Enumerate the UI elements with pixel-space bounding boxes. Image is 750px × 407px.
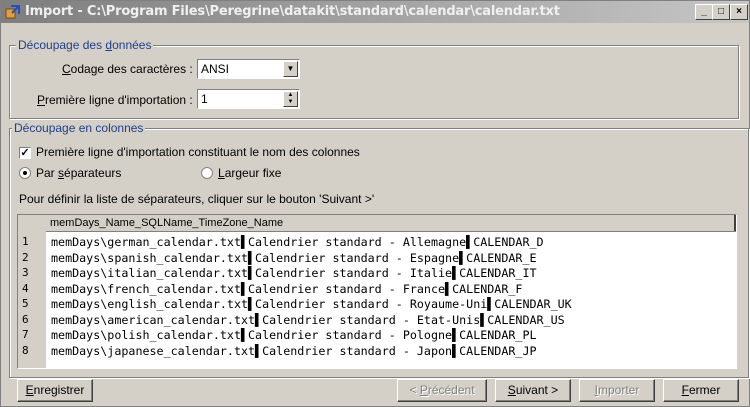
maximize-button[interactable]: □ bbox=[712, 4, 730, 20]
spin-arrows-icon[interactable]: ▲ ▼ bbox=[283, 91, 298, 107]
import-dialog: Import - C:\Program Files\Peregrine\data… bbox=[0, 0, 750, 407]
checkmark-icon: ✓ bbox=[20, 147, 30, 159]
first-line-value: 1 bbox=[201, 92, 208, 106]
preview-line: memDays\french_calendar.txt▌Calendrier s… bbox=[51, 281, 523, 296]
first-line-label: Première ligne d'importation : bbox=[37, 93, 193, 107]
separators-radio[interactable] bbox=[19, 167, 31, 179]
line-number: 6 bbox=[22, 312, 29, 326]
header-row-checkbox-label: Première ligne d'importation constituant… bbox=[36, 145, 360, 159]
first-line-stepper[interactable]: 1 ▲ ▼ bbox=[197, 89, 300, 109]
maximize-icon: □ bbox=[717, 6, 725, 17]
encoding-label: Codage des caractères : bbox=[62, 62, 193, 76]
data-split-group: Découpage des données bbox=[9, 38, 739, 119]
minimize-button[interactable]: _ bbox=[695, 4, 713, 20]
window-title: Import - C:\Program Files\Peregrine\data… bbox=[25, 4, 560, 19]
import-app-icon bbox=[5, 5, 20, 19]
import-button[interactable]: Importer bbox=[579, 379, 655, 402]
title-bar[interactable]: Import - C:\Program Files\Peregrine\data… bbox=[1, 1, 749, 23]
separators-radio-label: Par séparateurs bbox=[36, 166, 122, 180]
save-button[interactable]: Enregistrer bbox=[17, 379, 93, 402]
preview-line: memDays\italian_calendar.txt▌Calendrier … bbox=[51, 266, 537, 280]
preview-line: memDays\spanish_calendar.txt▌Calendrier … bbox=[51, 250, 537, 265]
encoding-select[interactable]: ANSI ▼ bbox=[197, 59, 300, 79]
preview-panel[interactable]: memDays_Name_SQLName_TimeZone_Name 1 memD… bbox=[17, 214, 737, 369]
preview-line: memDays\german_calendar.txt▌Calendrier s… bbox=[51, 235, 544, 249]
fixed-width-radio[interactable] bbox=[201, 167, 213, 179]
preview-line: memDays\english_calendar.txt▌Calendrier … bbox=[51, 297, 572, 311]
next-button[interactable]: Suivant > bbox=[495, 379, 571, 402]
column-split-legend: Découpage en colonnes bbox=[12, 121, 146, 135]
preview-line: memDays\polish_calendar.txt▌Calendrier s… bbox=[51, 328, 537, 342]
line-number: 1 bbox=[22, 235, 29, 248]
line-number: 7 bbox=[22, 328, 29, 341]
fixed-width-radio-label: Largeur fixe bbox=[218, 166, 282, 180]
separator-hint: Pour définir la liste de séparateurs, cl… bbox=[19, 192, 375, 206]
close-window-button[interactable]: × bbox=[730, 4, 748, 20]
close-icon: × bbox=[736, 6, 742, 17]
data-split-legend: Découpage des données bbox=[16, 38, 154, 52]
header-row-checkbox[interactable]: ✓ bbox=[19, 147, 31, 159]
chevron-down-icon[interactable]: ▼ bbox=[283, 61, 298, 77]
preview-column-header[interactable]: memDays_Name_SQLName_TimeZone_Name bbox=[46, 215, 736, 232]
column-header-text: memDays_Name_SQLName_TimeZone_Name bbox=[50, 217, 284, 229]
minimize-icon: _ bbox=[701, 6, 707, 17]
line-number: 5 bbox=[22, 297, 29, 310]
line-number: 3 bbox=[22, 266, 29, 279]
preview-line: memDays\japanese_calendar.txt▌Calendrier… bbox=[51, 343, 537, 358]
line-number: 4 bbox=[22, 281, 29, 295]
close-button[interactable]: Fermer bbox=[663, 379, 739, 402]
column-resize-handle[interactable] bbox=[734, 215, 736, 231]
line-number: 8 bbox=[22, 343, 29, 357]
line-number: 2 bbox=[22, 250, 29, 264]
previous-button[interactable]: < Précédent bbox=[397, 379, 487, 402]
encoding-value: ANSI bbox=[201, 62, 230, 76]
preview-line: memDays\american_calendar.txt▌Calendrier… bbox=[51, 312, 565, 327]
